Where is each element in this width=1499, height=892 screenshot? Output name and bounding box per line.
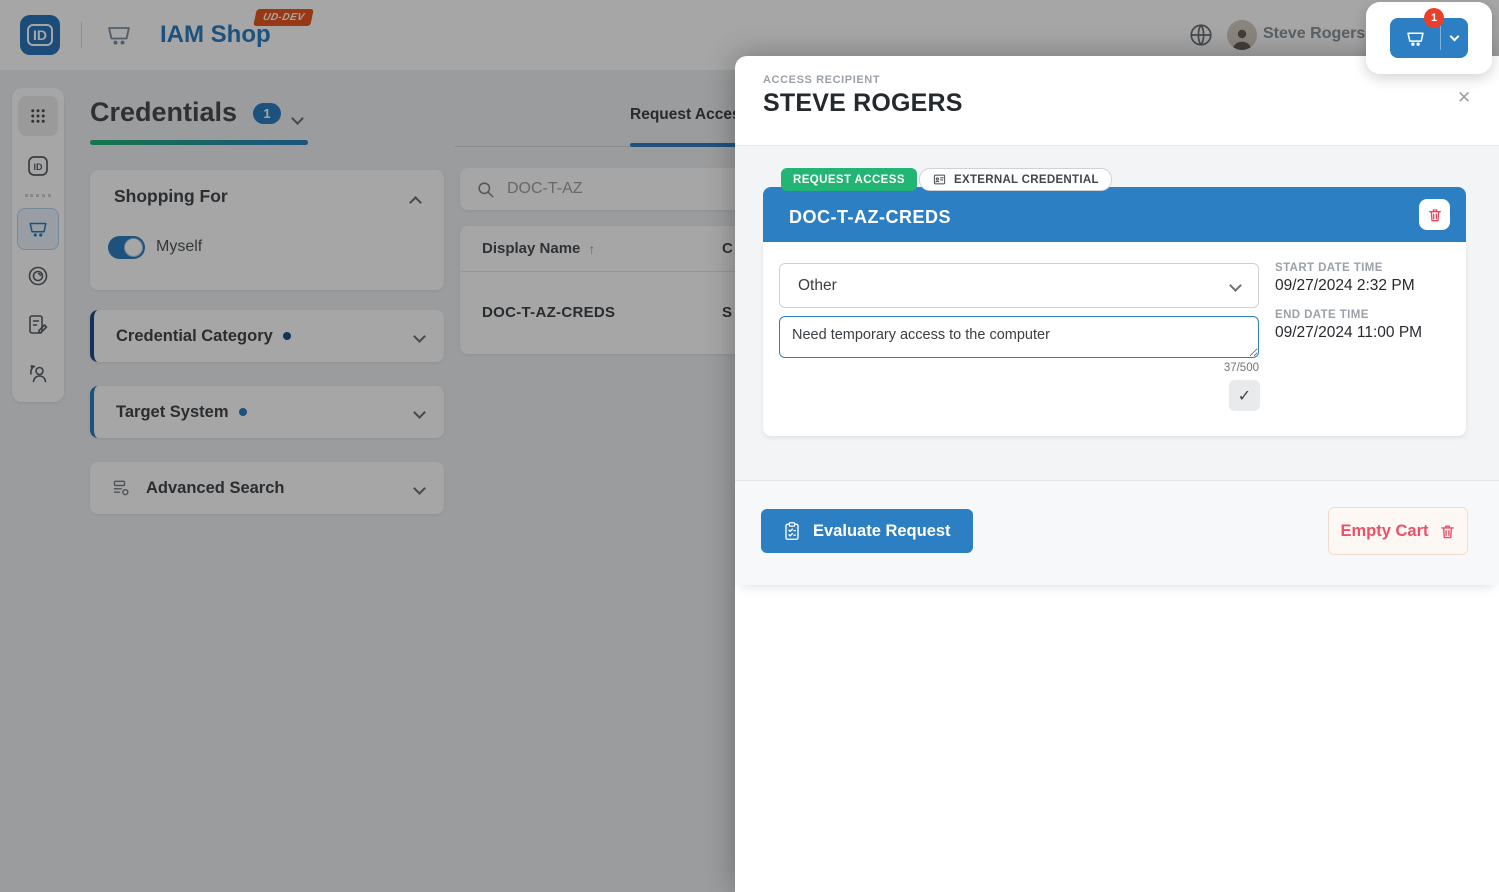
access-recipient-name: STEVE ROGERS [763, 89, 963, 118]
clipboard-icon [783, 521, 801, 541]
cart-widget-card: 1 [1366, 2, 1492, 74]
cart-count-badge: 1 [1424, 8, 1444, 28]
screen: ID IAM Shop UD-DEV Steve Rogers ID [0, 0, 1499, 892]
cart-item-header: DOC-T-AZ-CREDS [763, 187, 1466, 242]
drawer-footer: Evaluate Request Empty Cart [735, 480, 1499, 585]
end-date-value[interactable]: 09/27/2024 11:00 PM [1275, 324, 1422, 342]
drawer-body: REQUEST ACCESS EXTERNAL CREDENTIAL DOC-T… [735, 145, 1499, 480]
end-date-label: END DATE TIME [1275, 309, 1369, 321]
request-access-badge: REQUEST ACCESS [781, 168, 917, 191]
evaluate-request-button[interactable]: Evaluate Request [761, 509, 973, 553]
reason-select[interactable]: Other [779, 263, 1259, 308]
close-icon[interactable]: ✕ [1457, 88, 1471, 108]
cart-item-body: Other Need temporary access to the compu… [763, 242, 1466, 436]
cart-item-name: DOC-T-AZ-CREDS [789, 207, 951, 228]
trash-icon [1427, 207, 1443, 223]
reason-select-value: Other [798, 277, 837, 295]
external-credential-badge: EXTERNAL CREDENTIAL [919, 168, 1112, 191]
id-card-icon [932, 173, 947, 186]
cart-item-card: DOC-T-AZ-CREDS Other Need temporary acce… [763, 187, 1466, 436]
external-credential-badge-label: EXTERNAL CREDENTIAL [954, 174, 1099, 186]
trash-icon [1439, 523, 1456, 540]
cart-drawer: ACCESS RECIPIENT STEVE ROGERS ✕ REQUEST … [735, 56, 1499, 892]
cart-icon[interactable] [1390, 28, 1440, 49]
remove-item-button[interactable] [1419, 199, 1450, 230]
justification-textarea[interactable]: Need temporary access to the computer [779, 316, 1259, 358]
cart-dropdown-toggle[interactable] [1441, 36, 1468, 40]
start-date-label: START DATE TIME [1275, 262, 1383, 274]
char-counter: 37/500 [779, 362, 1259, 374]
select-chevron-down-icon [1229, 279, 1242, 292]
confirm-check-button[interactable]: ✓ [1229, 380, 1260, 411]
empty-cart-label: Empty Cart [1340, 522, 1428, 541]
evaluate-request-label: Evaluate Request [813, 522, 951, 541]
chevron-down-icon [1450, 32, 1460, 42]
access-recipient-label: ACCESS RECIPIENT [763, 74, 880, 86]
start-date-value[interactable]: 09/27/2024 2:32 PM [1275, 277, 1415, 295]
empty-cart-button[interactable]: Empty Cart [1328, 507, 1468, 555]
